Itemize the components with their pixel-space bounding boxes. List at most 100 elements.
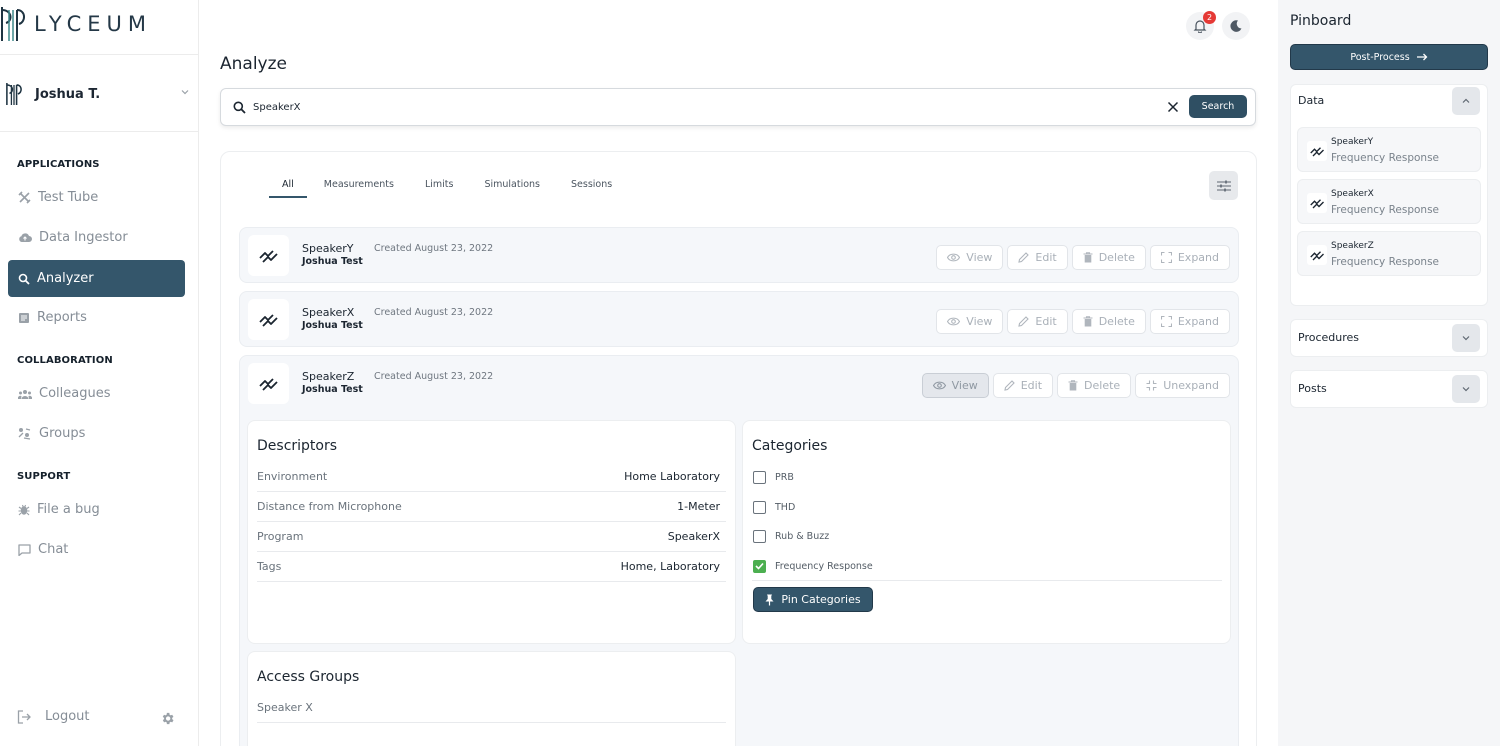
view-button[interactable]: View: [936, 309, 1004, 334]
descriptors-card: Descriptors Environment Home Laboratory D…: [247, 420, 736, 644]
tab-all[interactable]: All: [269, 174, 307, 198]
gear-icon[interactable]: [160, 711, 175, 726]
sidebar-item-analyzer[interactable]: Analyzer: [8, 260, 185, 297]
pinboard: Pinboard Post-Process Data SpeakerY Freq…: [1278, 0, 1500, 746]
procedures-section-title: Procedures: [1298, 331, 1359, 344]
sidebar-item-test-tube[interactable]: Test Tube: [8, 179, 185, 216]
row-actions: View Edit Delete Expand: [936, 309, 1230, 334]
section-title-support: SUPPORT: [17, 471, 71, 482]
fullscreen-exit-icon: [1146, 380, 1157, 391]
sidebar-divider: [0, 131, 198, 132]
result-tabs: All Measurements Limits Simulations Sess…: [269, 174, 643, 198]
sidebar-item-label: Analyzer: [37, 271, 94, 286]
results-panel: All Measurements Limits Simulations Sess…: [220, 151, 1257, 746]
pinned-item-name: SpeakerX: [1331, 189, 1374, 199]
sidebar-item-colleagues[interactable]: Colleagues: [8, 375, 185, 412]
sidebar-item-file-a-bug[interactable]: File a bug: [8, 491, 185, 528]
checkbox[interactable]: [753, 500, 766, 514]
dark-mode-toggle[interactable]: [1222, 12, 1250, 40]
expand-procedures-button[interactable]: [1452, 324, 1480, 352]
user-menu[interactable]: Joshua T.: [4, 82, 194, 106]
category-label: Rub & Buzz: [775, 530, 830, 542]
result-row[interactable]: SpeakerX Joshua Test Created August 23, …: [239, 291, 1239, 347]
pinned-item-type: Frequency Response: [1331, 152, 1440, 164]
trend-chart-icon: [258, 249, 278, 263]
delete-button[interactable]: Delete: [1057, 373, 1132, 398]
result-row-expanded[interactable]: SpeakerZ Joshua Test Created August 23, …: [239, 355, 1239, 746]
edit-button[interactable]: Edit: [1007, 309, 1068, 334]
search-input[interactable]: [253, 98, 1153, 116]
sidebar-item-groups[interactable]: Groups: [8, 415, 185, 452]
edit-button[interactable]: Edit: [992, 373, 1054, 398]
result-row[interactable]: SpeakerY Joshua Test Created August 23, …: [239, 227, 1239, 283]
descriptor-row: Tags Home, Laboratory: [257, 552, 726, 582]
logout-button[interactable]: Logout: [17, 709, 90, 724]
pinboard-posts-section[interactable]: Posts: [1290, 370, 1488, 408]
tab-sessions[interactable]: Sessions: [571, 174, 612, 198]
chat-icon: [18, 543, 31, 556]
pinned-data-item[interactable]: SpeakerX Frequency Response: [1297, 179, 1481, 224]
chevron-down-icon[interactable]: [180, 87, 190, 97]
logo[interactable]: LYCEUM: [0, 7, 152, 41]
eye-icon: [947, 317, 961, 326]
pinboard-procedures-section[interactable]: Procedures: [1290, 319, 1488, 357]
pin-icon: [765, 594, 774, 605]
descriptor-value: Home Laboratory: [624, 470, 720, 483]
unexpand-button[interactable]: Unexpand: [1135, 373, 1230, 398]
descriptor-row: Environment Home Laboratory: [257, 462, 726, 492]
sidebar-item-chat[interactable]: Chat: [8, 531, 185, 568]
category-checkbox-rub-buzz[interactable]: Rub & Buzz: [753, 526, 829, 546]
pencil-icon: [1004, 380, 1015, 391]
sidebar-item-data-ingestor[interactable]: Data Ingestor: [8, 219, 185, 256]
checkbox[interactable]: [753, 470, 766, 484]
delete-button[interactable]: Delete: [1071, 245, 1146, 270]
category-label: THD: [775, 501, 796, 513]
collapse-data-button[interactable]: [1452, 87, 1480, 115]
notifications-button[interactable]: 2: [1186, 11, 1216, 40]
logout-label: Logout: [45, 709, 90, 724]
fullscreen-icon: [1160, 316, 1172, 327]
section-title-applications: APPLICATIONS: [17, 159, 100, 170]
tab-limits[interactable]: Limits: [425, 174, 454, 198]
filter-button[interactable]: [1209, 171, 1238, 200]
chevron-up-icon: [1462, 98, 1470, 103]
sidebar-item-reports[interactable]: Reports: [8, 299, 185, 336]
eye-icon: [932, 381, 946, 390]
pinned-data-item[interactable]: SpeakerY Frequency Response: [1297, 127, 1481, 172]
pinned-item-type: Frequency Response: [1331, 256, 1440, 268]
header-actions: 2: [1186, 11, 1250, 40]
descriptor-key: Distance from Microphone: [257, 500, 402, 513]
checkbox-checked[interactable]: [753, 559, 766, 573]
expand-button[interactable]: Expand: [1149, 309, 1230, 334]
expand-button[interactable]: Expand: [1149, 245, 1230, 270]
cloud-upload-icon: [19, 233, 32, 242]
trend-chart-icon: [258, 313, 278, 327]
categories-divider: [752, 580, 1222, 581]
delete-button[interactable]: Delete: [1071, 309, 1146, 334]
category-checkbox-prb[interactable]: PRB: [753, 467, 794, 487]
search-button[interactable]: Search: [1189, 95, 1247, 118]
view-button[interactable]: View: [936, 245, 1004, 270]
result-created-date: Created August 23, 2022: [374, 371, 494, 382]
notification-badge: 2: [1203, 11, 1216, 24]
people-icon: [18, 389, 32, 399]
descriptor-key: Environment: [257, 470, 328, 483]
view-button[interactable]: View: [921, 373, 989, 398]
category-checkbox-thd[interactable]: THD: [753, 497, 795, 517]
lyceum-logo-icon: [1, 7, 25, 41]
pin-categories-button[interactable]: Pin Categories: [753, 587, 873, 612]
category-checkbox-frequency-response[interactable]: Frequency Response: [753, 556, 873, 576]
tune-icon: [1216, 180, 1231, 191]
delete-label: Delete: [1084, 379, 1121, 392]
result-created-date: Created August 23, 2022: [374, 307, 494, 318]
post-process-button[interactable]: Post-Process: [1290, 44, 1488, 70]
page-title: Analyze: [220, 54, 287, 74]
expand-posts-button[interactable]: [1452, 375, 1480, 403]
clear-search-icon[interactable]: [1167, 101, 1179, 113]
edit-button[interactable]: Edit: [1007, 245, 1068, 270]
pinned-data-item[interactable]: SpeakerZ Frequency Response: [1297, 231, 1481, 276]
tab-measurements[interactable]: Measurements: [324, 174, 394, 198]
tab-simulations[interactable]: Simulations: [484, 174, 540, 198]
checkbox[interactable]: [753, 529, 766, 543]
category-label: PRB: [775, 471, 794, 483]
